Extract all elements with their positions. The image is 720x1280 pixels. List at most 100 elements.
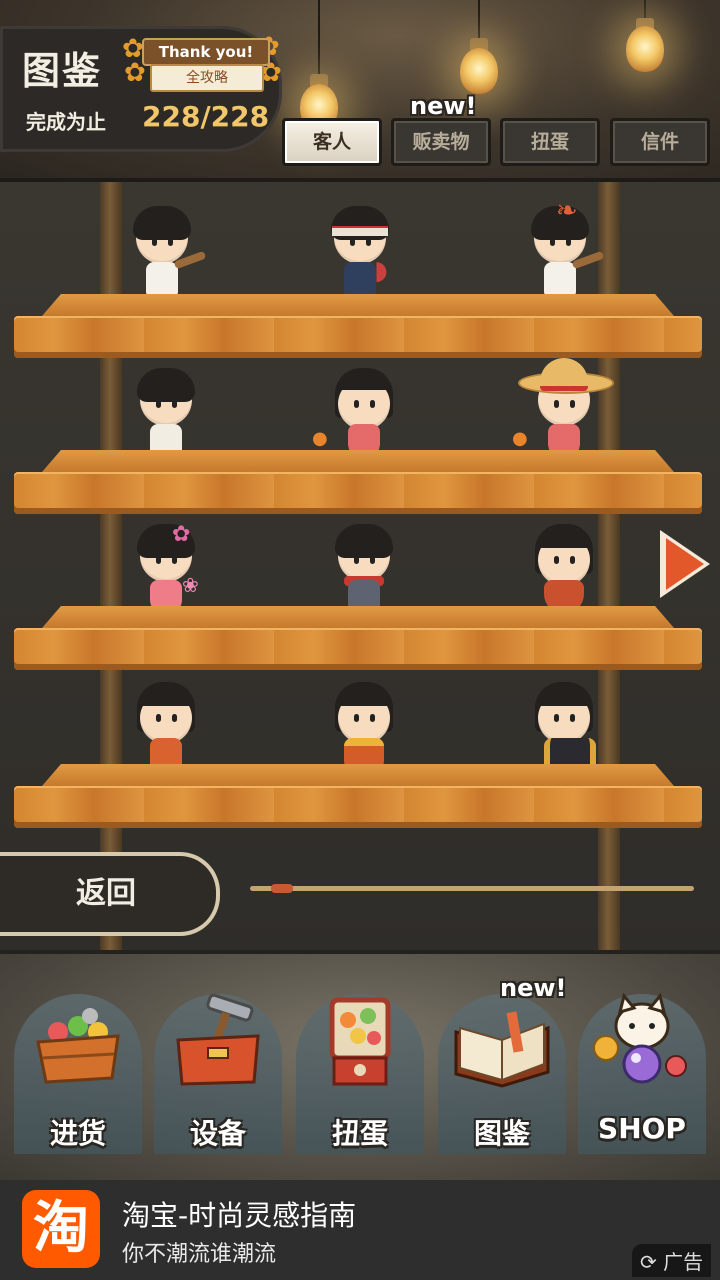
shelf-board <box>14 606 702 670</box>
eye <box>550 238 555 246</box>
eye <box>156 556 161 564</box>
menu-shop-button[interactable]: SHOP <box>576 954 708 1184</box>
shelf-board <box>14 764 702 828</box>
eye <box>172 400 177 408</box>
eye <box>354 714 359 722</box>
eye <box>354 400 359 408</box>
shelf-top <box>42 764 674 786</box>
eye <box>354 556 359 564</box>
eye <box>554 714 559 722</box>
eye <box>172 714 177 722</box>
menu-label: 图鉴 <box>473 1117 530 1150</box>
hair <box>137 368 195 402</box>
ad-label: ⟳ 广告 <box>632 1244 712 1277</box>
next-page-arrow-icon[interactable] <box>666 538 704 590</box>
ad-title: 淘宝-时尚灵感指南 <box>122 1199 357 1232</box>
bangs <box>338 684 390 706</box>
menu-equipment-button[interactable]: 设备 <box>152 954 284 1184</box>
tab-merchandise[interactable]: 贩卖物 <box>391 118 491 166</box>
shelf-front <box>14 628 702 670</box>
shelf-front <box>14 472 702 514</box>
bouquet-icon: ❀ <box>182 573 199 597</box>
eye <box>570 556 575 564</box>
collection-shelf: ◗ ❧ ● ● ✿ ❀ <box>0 178 720 954</box>
tab-guests[interactable]: 客人 <box>282 118 382 166</box>
shelf-top <box>42 450 674 472</box>
shelf-front <box>14 786 702 828</box>
ad-subtitle: 你不潮流谁潮流 <box>122 1242 277 1267</box>
menu-label: 设备 <box>189 1117 246 1150</box>
eye <box>172 556 177 564</box>
eye <box>370 714 375 722</box>
eye <box>168 238 173 246</box>
back-button[interactable]: 返回 <box>0 852 220 936</box>
eye <box>156 714 161 722</box>
progress-label: 完成为止 <box>26 110 106 134</box>
bangs <box>538 526 590 548</box>
eye <box>152 238 157 246</box>
leaf-icon: ❧ <box>556 196 578 226</box>
shelf-board <box>14 294 702 358</box>
shelf-top <box>42 294 674 316</box>
taobao-logo-icon: 淘 <box>22 1190 100 1268</box>
gacha-machine-icon <box>329 997 391 1086</box>
top-bar: 图鉴 完成为止 228/228 ✿ ✿ ✿ ✿ Thank you! 全攻略 客… <box>0 0 720 178</box>
shelf-top <box>42 606 674 628</box>
eye <box>554 400 559 408</box>
toolbox-icon <box>176 993 260 1086</box>
body <box>146 262 178 296</box>
ad-info-icon: ⟳ <box>640 1250 664 1274</box>
eye <box>370 400 375 408</box>
bangs <box>338 370 390 390</box>
bulb-wire <box>318 0 320 80</box>
menu-label: 扭蛋 <box>331 1117 388 1150</box>
eye <box>156 400 161 408</box>
light-bulb-icon <box>460 48 498 94</box>
bottom-menu: 进货 设备 扭蛋 new! 图鉴 SHOP <box>0 950 720 1184</box>
eye <box>566 238 571 246</box>
ball-icon: ● <box>512 428 528 449</box>
new-badge: new! <box>500 974 567 1002</box>
ball-icon: ● <box>312 428 328 449</box>
light-bulb-icon <box>626 26 664 72</box>
menu-label: 进货 <box>49 1117 106 1150</box>
page-title: 图鉴 <box>22 49 103 93</box>
basket-icon <box>36 1008 120 1084</box>
progress-value: 228/228 <box>142 100 270 133</box>
book-icon <box>454 1011 550 1088</box>
scroll-thumb[interactable] <box>271 884 294 893</box>
eye <box>366 238 371 246</box>
ad-banner[interactable]: 淘 淘宝-时尚灵感指南 你不潮流谁潮流 <box>0 1180 720 1280</box>
hair <box>133 206 191 240</box>
hair <box>335 524 393 558</box>
eye <box>570 400 575 408</box>
scroll-track[interactable] <box>250 886 694 891</box>
menu-gacha-button[interactable]: 扭蛋 <box>294 954 426 1184</box>
bangs <box>140 684 192 706</box>
fan-icon: ◗ <box>374 256 388 286</box>
new-badge: new! <box>410 92 477 120</box>
ad-tag-text: 广告 <box>663 1250 704 1274</box>
body <box>344 262 376 296</box>
headband <box>332 226 388 236</box>
menu-catalog-button[interactable]: new! 图鉴 <box>436 954 568 1184</box>
menu-stock-button[interactable]: 进货 <box>12 954 144 1184</box>
body <box>544 262 576 296</box>
flower-icon: ✿ <box>172 522 191 547</box>
bangs <box>538 684 590 706</box>
tab-letters[interactable]: 信件 <box>610 118 710 166</box>
complete-badge: ✿ ✿ ✿ ✿ Thank you! 全攻略 <box>122 34 282 92</box>
tab-gacha[interactable]: 扭蛋 <box>500 118 600 166</box>
menu-label: SHOP <box>598 1112 686 1145</box>
strawhat-crown <box>540 358 588 391</box>
badge-walkthrough: 全攻略 <box>150 64 264 92</box>
shelf-front <box>14 316 702 358</box>
bulb-wire <box>478 0 480 42</box>
eye <box>350 238 355 246</box>
eye <box>370 556 375 564</box>
eye <box>554 556 559 564</box>
shelf-board <box>14 450 702 514</box>
lucky-cat-icon <box>593 992 687 1084</box>
eye <box>570 714 575 722</box>
badge-thank-you: Thank you! <box>142 38 270 66</box>
